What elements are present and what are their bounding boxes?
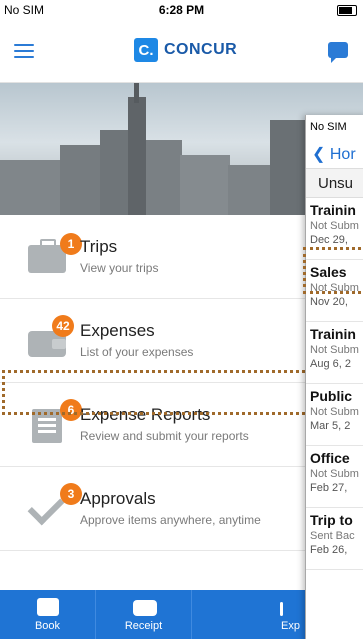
report-title: Public [310, 388, 353, 404]
report-date: Feb 27, [310, 482, 348, 494]
menu-item-subtitle: Approve items anywhere, anytime [80, 513, 261, 527]
clock: 6:28 PM [158, 3, 205, 17]
report-status: Not Subm [310, 220, 359, 232]
expenses-badge: 42 [52, 315, 74, 337]
report-date: Dec 29, [310, 234, 348, 246]
battery-icon [337, 3, 357, 17]
menu-item-subtitle: Review and submit your reports [80, 429, 249, 443]
report-row[interactable]: Trip to Sent Bac Feb 26, [306, 508, 363, 570]
expense-icon [279, 602, 283, 616]
tab-label: Receipt [124, 620, 163, 632]
chat-icon[interactable] [328, 42, 348, 63]
section-title: Unsu [318, 175, 354, 192]
highlight-first-report [303, 247, 363, 294]
back-button[interactable]: ❮ Hor [312, 144, 356, 164]
report-status: Sent Bac [310, 530, 355, 542]
report-title: Trainin [310, 202, 356, 218]
concur-home-screen: No SIM 6:28 PM C. CONCUR 1 Trips View yo… [0, 0, 363, 639]
camera-icon [132, 600, 157, 616]
hamburger-menu-icon[interactable] [14, 44, 34, 58]
logo-mark: C. [134, 38, 158, 62]
report-status: Not Subm [310, 344, 359, 356]
report-title: Trip to [310, 512, 353, 528]
approvals-badge: 3 [60, 483, 82, 505]
chevron-left-icon: ❮ [312, 146, 326, 163]
menu-item-subtitle: List of your expenses [80, 345, 194, 359]
tab-label: Exp [281, 620, 300, 632]
menu-item-title: Expenses [80, 321, 155, 340]
nav-bar: C. CONCUR [0, 20, 363, 83]
report-date: Feb 26, [310, 544, 348, 556]
tab-book[interactable]: Book [0, 590, 95, 639]
tab-expense[interactable]: Exp [192, 590, 300, 639]
menu-item-subtitle: View your trips [80, 261, 159, 275]
back-label: Hor [329, 146, 356, 163]
report-row[interactable]: Trainin Not Subm Aug 6, 2 [306, 322, 363, 384]
report-date: Aug 6, 2 [310, 358, 351, 370]
report-date: Nov 20, [310, 296, 348, 308]
report-title: Trainin [310, 326, 356, 342]
report-status: Not Subm [310, 406, 359, 418]
report-row[interactable]: Public Not Subm Mar 5, 2 [306, 384, 363, 446]
section-header: Unsu [306, 168, 363, 198]
menu-item-title: Trips [80, 237, 118, 256]
menu-item-title: Approvals [80, 489, 156, 508]
concur-logo: C. CONCUR [134, 38, 237, 62]
report-row[interactable]: Office Not Subm Feb 27, [306, 446, 363, 508]
book-icon [36, 598, 59, 616]
logo-text: CONCUR [164, 41, 238, 58]
tab-receipt[interactable]: Receipt [96, 590, 191, 639]
status-bar: No SIM 6:28 PM [0, 0, 363, 20]
report-status: Not Subm [310, 468, 359, 480]
trips-badge: 1 [60, 233, 82, 255]
report-title: Office [310, 450, 350, 466]
highlight-expense-reports [2, 370, 305, 415]
tab-label: Book [34, 620, 61, 632]
report-date: Mar 5, 2 [310, 420, 351, 432]
overlay-carrier-label: No SIM [310, 121, 347, 133]
expense-reports-preview-screen: No SIM ❮ Hor Unsu Trainin Not Subm Dec 2… [305, 115, 363, 639]
